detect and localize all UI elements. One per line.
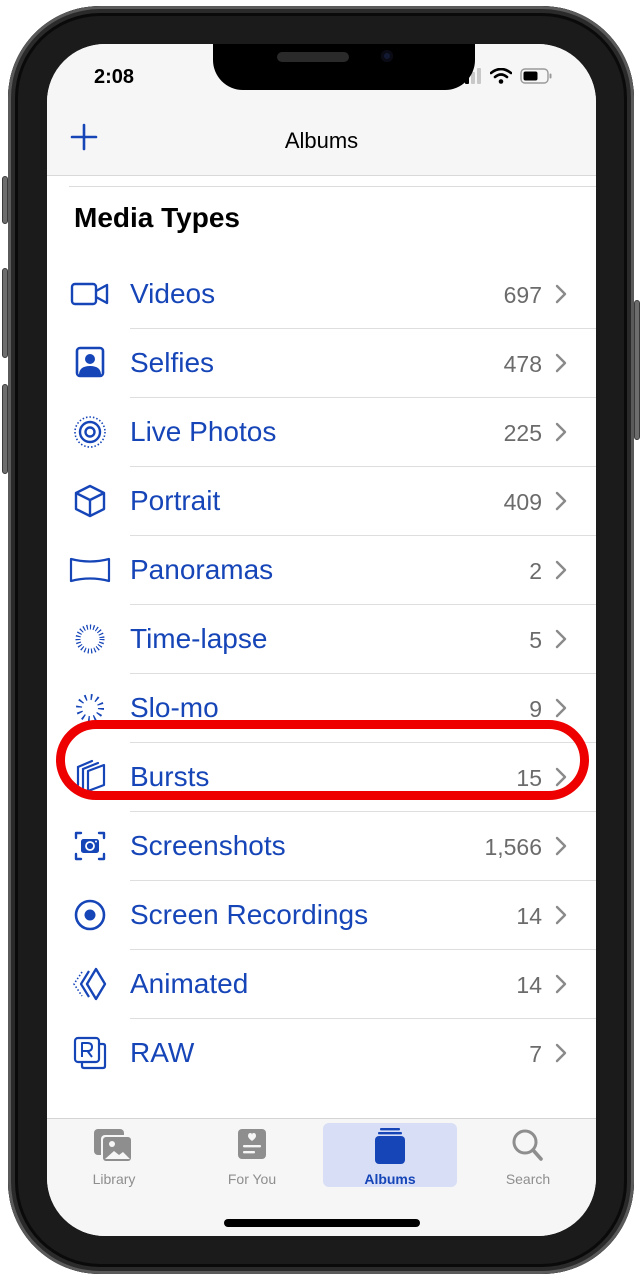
page-title: Albums (284, 128, 359, 153)
nav-bar: Albums (47, 104, 596, 176)
item-count: 14 (516, 972, 542, 998)
list-item-animated[interactable]: Animated 14 (47, 950, 596, 1019)
item-label: Screenshots (130, 830, 286, 861)
albums-stack-icon (375, 1128, 405, 1164)
video-camera-icon (70, 282, 109, 306)
screen-recording-icon (74, 899, 106, 931)
tab-label: Albums (364, 1171, 416, 1187)
list-item-live-photos[interactable]: Live Photos 225 (47, 398, 596, 467)
item-count: 697 (503, 282, 542, 308)
item-label: RAW (130, 1037, 195, 1068)
raw-icon (73, 1036, 107, 1070)
for-you-icon (238, 1129, 266, 1159)
chevron-right-icon (555, 767, 567, 787)
screenshot-icon (74, 831, 106, 861)
tab-label: For You (227, 1171, 277, 1187)
item-count: 409 (503, 489, 542, 515)
animated-icon (73, 967, 107, 1001)
item-count: 225 (503, 420, 542, 446)
item-count: 2 (529, 558, 542, 584)
section-title: Media Types (74, 202, 240, 233)
volume-up-button (2, 268, 8, 358)
tab-for-you[interactable]: For You (185, 1123, 319, 1187)
list-item-screenshots[interactable]: Screenshots 1,566 (47, 812, 596, 881)
chevron-right-icon (555, 560, 567, 580)
item-count: 7 (529, 1041, 542, 1067)
portrait-cube-icon (74, 484, 106, 518)
front-camera (381, 50, 393, 62)
list-item-time-lapse[interactable]: Time-lapse 5 (47, 605, 596, 674)
list-item-bursts[interactable]: Bursts 15 (47, 743, 596, 812)
live-photo-icon (74, 416, 106, 448)
item-count: 14 (516, 903, 542, 929)
list-item-selfies[interactable]: Selfies 478 (47, 329, 596, 398)
time-lapse-icon (75, 624, 105, 654)
item-label: Time-lapse (130, 623, 268, 654)
item-label: Panoramas (130, 554, 274, 585)
chevron-right-icon (555, 353, 567, 373)
tab-label: Library (92, 1171, 136, 1187)
item-count: 5 (529, 627, 542, 653)
selfie-portrait-icon (75, 346, 105, 378)
panorama-icon (69, 557, 111, 583)
home-indicator[interactable] (224, 1219, 420, 1227)
bursts-icon (76, 759, 106, 793)
divider (69, 186, 596, 187)
status-time: 2:08 (94, 66, 135, 88)
item-count: 478 (503, 351, 542, 377)
tab-library[interactable]: Library (47, 1123, 181, 1187)
item-count: 15 (516, 765, 542, 791)
chevron-right-icon (555, 1043, 567, 1063)
list-item-panoramas[interactable]: Panoramas 2 (47, 536, 596, 605)
library-photos-icon (94, 1129, 133, 1163)
search-icon (512, 1129, 543, 1161)
item-label: Slo-mo (130, 692, 219, 723)
tab-albums[interactable]: Albums (323, 1123, 457, 1187)
media-types-list: Videos 697 Selfies 478 Live Photos 225 P… (47, 260, 596, 1088)
item-label: Live Photos (130, 416, 277, 447)
wifi-icon (490, 68, 512, 84)
list-item-screen-recordings[interactable]: Screen Recordings 14 (47, 881, 596, 950)
power-button (634, 300, 640, 440)
chevron-right-icon (555, 905, 567, 925)
slo-mo-icon (76, 694, 104, 722)
chevron-right-icon (555, 974, 567, 994)
tab-label: Search (505, 1171, 551, 1187)
mute-switch (2, 176, 8, 224)
list-item-portrait[interactable]: Portrait 409 (47, 467, 596, 536)
screen: 2:08 Albums Media Types Videos 697 Selfi… (47, 44, 596, 1236)
volume-down-button (2, 384, 8, 474)
chevron-right-icon (555, 491, 567, 511)
item-label: Portrait (130, 485, 221, 516)
chevron-right-icon (555, 698, 567, 718)
item-label: Animated (130, 968, 249, 999)
item-label: Videos (130, 278, 216, 309)
chevron-right-icon (555, 836, 567, 856)
item-count: 1,566 (484, 834, 542, 860)
item-label: Bursts (130, 761, 210, 792)
item-count: 9 (529, 696, 542, 722)
chevron-right-icon (555, 629, 567, 649)
chevron-right-icon (555, 284, 567, 304)
chevron-right-icon (555, 422, 567, 442)
battery-icon (520, 68, 552, 84)
tab-search[interactable]: Search (461, 1123, 595, 1187)
albums-content: Media Types Videos 697 Selfies 478 Live … (47, 176, 596, 1118)
speaker (277, 52, 349, 62)
list-item-slo-mo[interactable]: Slo-mo 9 (47, 674, 596, 743)
list-item-raw[interactable]: RAW 7 (47, 1019, 596, 1088)
list-item-videos[interactable]: Videos 697 (47, 260, 596, 329)
item-label: Screen Recordings (130, 899, 369, 930)
notch (213, 44, 475, 90)
item-label: Selfies (130, 347, 215, 378)
